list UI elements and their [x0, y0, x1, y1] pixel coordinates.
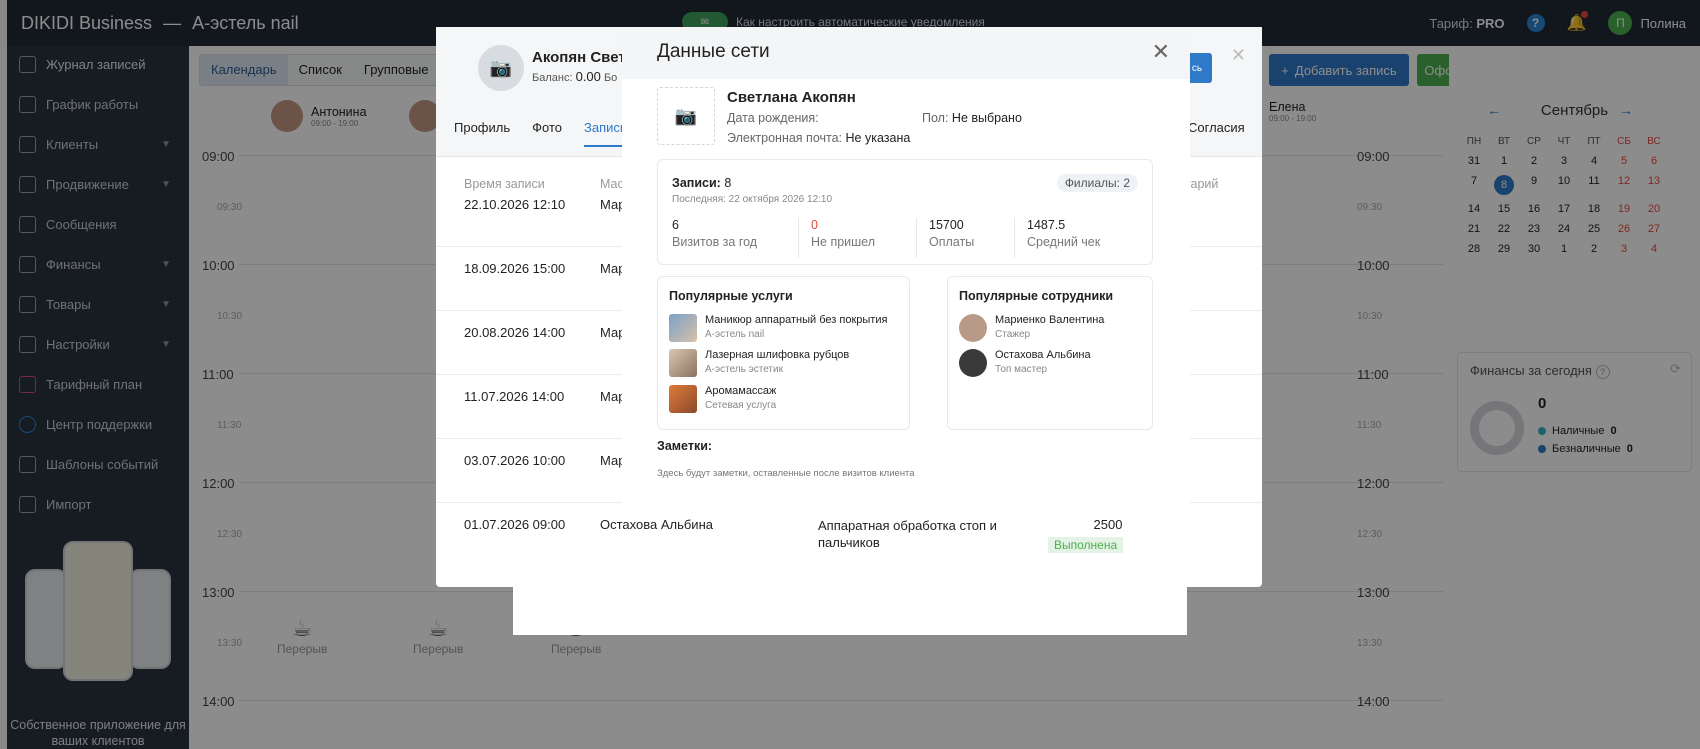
- staff-role: Стажер: [995, 329, 1031, 340]
- record-staff: Остахова Альбина: [600, 517, 713, 532]
- stat-value: 1487.5: [1027, 218, 1066, 232]
- stat-label: Средний чек: [1027, 235, 1101, 249]
- service-place: А-эстель nail: [705, 329, 765, 340]
- record-date: 22.10.2026 12:10: [464, 197, 566, 212]
- record-date: 01.07.2026 09:00: [464, 517, 566, 532]
- stat-no-show: 0 Не пришел: [798, 218, 916, 258]
- avatar: [959, 314, 987, 342]
- tab-photo[interactable]: Фото: [532, 120, 562, 147]
- client-card-name: Акопян Свет: [532, 49, 626, 66]
- service-place: Сетевая услуга: [705, 400, 777, 411]
- service-name: Лазерная шлифовка рубцов: [705, 349, 850, 361]
- stat-average: 1487.5 Средний чек: [1014, 218, 1152, 258]
- email-value: Не указана: [845, 131, 911, 145]
- popular-services: Популярные услуги Маникюр аппаратный без…: [657, 276, 910, 430]
- stat-value: 0: [811, 218, 818, 232]
- stats-box: Записи: 8 Последняя: 22 октября 2026 12:…: [657, 159, 1153, 265]
- record-price: 2500: [1093, 517, 1123, 532]
- stat-payments: 15700 Оплаты: [916, 218, 1014, 258]
- email-label: Электронная почта:: [727, 131, 843, 145]
- staff-name: Остахова Альбина: [995, 349, 1091, 361]
- record-service: Аппаратная обработка стоп и пальчиков: [818, 518, 997, 550]
- camera-icon[interactable]: 📷: [478, 45, 524, 91]
- tab-consents[interactable]: Согласия: [1188, 120, 1245, 135]
- service-name: Аромамассаж: [705, 385, 777, 397]
- gender-label: Пол:: [922, 111, 949, 125]
- stat-label: Оплаты: [929, 235, 975, 249]
- network-data-modal: Данные сети ✕ 📷 Светлана Акопян Дата рож…: [622, 27, 1190, 517]
- list-item[interactable]: Остахова Альбина Топ мастер: [959, 349, 1091, 377]
- birth-label: Дата рождения:: [727, 111, 819, 125]
- staff-role: Топ мастер: [995, 364, 1048, 375]
- status-badge: Выполнена: [1048, 537, 1124, 553]
- tab-profile[interactable]: Профиль: [454, 120, 510, 147]
- notes-title: Заметки:: [657, 439, 713, 453]
- service-thumbnail: [669, 385, 697, 413]
- branches-badge[interactable]: Филиалы: 2: [1056, 174, 1138, 192]
- service-name: Маникюр аппаратный без покрытия: [705, 314, 888, 326]
- email-field: Электронная почта: Не указана: [727, 131, 910, 145]
- tab-records[interactable]: Записи: [584, 120, 628, 147]
- stat-visits: 6 Визитов за год: [660, 218, 798, 258]
- stat-value: 6: [672, 218, 679, 232]
- records-label: Записи:: [672, 176, 721, 190]
- client-balance: Баланс: 0.00 Бо: [532, 69, 617, 84]
- balance-value: 0.00: [575, 69, 601, 84]
- record-date: 20.08.2026 14:00: [464, 325, 566, 340]
- stat-label: Визитов за год: [672, 235, 758, 249]
- avatar: [959, 349, 987, 377]
- list-item[interactable]: Мариенко Валентина Стажер: [959, 314, 1104, 342]
- record-date: 11.07.2026 14:00: [464, 389, 565, 404]
- service-thumbnail: [669, 314, 697, 342]
- stat-label: Не пришел: [811, 235, 876, 249]
- birth-date-field: Дата рождения:: [727, 111, 819, 125]
- popular-staff-title: Популярные сотрудники: [959, 289, 1114, 303]
- record-date: 03.07.2026 10:00: [464, 453, 566, 468]
- camera-icon[interactable]: 📷: [657, 87, 715, 145]
- service-place: А-эстель эстетик: [705, 364, 783, 375]
- client-card-tabs: Профиль Фото Записи: [454, 120, 628, 147]
- stat-value: 15700: [929, 218, 964, 232]
- close-icon[interactable]: ✕: [1152, 41, 1170, 63]
- gender-field: Пол: Не выбрано: [922, 111, 1022, 125]
- last-record: Последняя: 22 октября 2026 12:10: [672, 194, 833, 205]
- gender-value: Не выбрано: [951, 111, 1022, 125]
- list-item[interactable]: Маникюр аппаратный без покрытия А-эстель …: [669, 314, 887, 342]
- list-item[interactable]: Аромамассаж Сетевая услуга: [669, 385, 776, 413]
- client-name: Светлана Акопян: [727, 89, 856, 106]
- modal-title: Данные сети: [657, 41, 770, 62]
- background-sheet: [513, 587, 1187, 635]
- service-thumbnail: [669, 349, 697, 377]
- close-icon[interactable]: ✕: [1231, 45, 1246, 66]
- record-date: 18.09.2026 15:00: [464, 261, 566, 276]
- notes-text: Здесь будут заметки, оставленные после в…: [657, 468, 915, 479]
- popular-services-title: Популярные услуги: [669, 289, 793, 303]
- popular-staff: Популярные сотрудники Мариенко Валентина…: [947, 276, 1153, 430]
- list-item[interactable]: Лазерная шлифовка рубцов А-эстель эстетик: [669, 349, 849, 377]
- balance-suffix: Бо: [603, 72, 618, 84]
- records-count: Записи: 8: [672, 176, 731, 190]
- balance-label: Баланс:: [532, 72, 573, 84]
- records-value: 8: [724, 176, 732, 190]
- staff-name: Мариенко Валентина: [995, 314, 1105, 326]
